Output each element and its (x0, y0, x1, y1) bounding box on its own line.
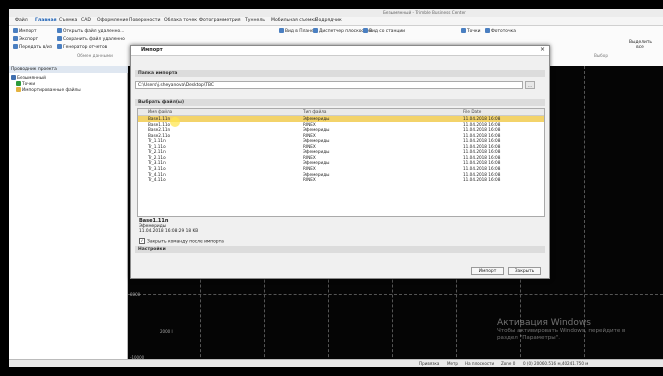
status-plane[interactable]: На плоскости (465, 361, 494, 366)
project-icon (11, 75, 16, 80)
open-remote-icon (57, 28, 62, 33)
column-file-name[interactable]: Имя файла (148, 109, 172, 114)
station-view-button[interactable]: Вид со станции (363, 28, 405, 34)
menu-file[interactable]: Файл (15, 18, 28, 23)
group-data-exchange: Обмен данными (77, 53, 113, 58)
save-remote-button[interactable]: Сохранить файл удаленно (57, 36, 125, 42)
column-file-type[interactable]: Тип файла (303, 109, 326, 114)
project-explorer: Проводник проекта Безымянный Точки Импор… (9, 66, 129, 367)
close-button[interactable]: Закрыть (508, 267, 541, 275)
import-folder-field[interactable]: C:\Users\j.sheyanova\Desktop\TBC (135, 81, 523, 89)
grid-line (128, 294, 663, 295)
files-section-header: Выбрать файл(ы) (135, 99, 545, 106)
transfer-button[interactable]: Передать в/из (13, 44, 52, 50)
info-file-date: 11.04.2018 16:08:29 18 KB (139, 229, 199, 234)
plane-manager-icon (313, 28, 318, 33)
points-icon (461, 28, 466, 33)
folder-icon (16, 87, 21, 92)
dialog-title-bar: Импорт × (131, 46, 549, 56)
menu-cad[interactable]: CAD (81, 18, 91, 23)
file-type: RINEX (303, 177, 316, 183)
report-generator-button[interactable]: Генератор отчетов (57, 44, 107, 50)
title-bar: Безымянный - Trimble Business Center (9, 9, 663, 17)
plan-view-icon (279, 28, 284, 33)
photopoint-icon (485, 28, 490, 33)
menu-contractor[interactable]: Подрядчик (315, 18, 342, 23)
column-file-date[interactable]: File Date (463, 109, 481, 114)
windows-activation-watermark: Активация Windows Чтобы активировать Win… (497, 318, 625, 342)
window-title: Безымянный - Trimble Business Center (383, 10, 466, 15)
menu-mobile[interactable]: Мобильная съемка (271, 18, 317, 23)
select-all-button[interactable]: Выделить все (629, 40, 652, 50)
file-date: 11.04.2018 16:08 (463, 177, 501, 183)
station-view-icon (363, 28, 368, 33)
tree-item-imported-files[interactable]: Импортированные файлы (16, 87, 81, 93)
import-button[interactable]: Импорт (13, 28, 37, 34)
coord-label: 8000 (130, 292, 141, 297)
export-button[interactable]: Экспорт (13, 36, 38, 42)
menu-photogrammetry[interactable]: Фотограмметрия (199, 18, 241, 23)
transfer-icon (13, 44, 18, 49)
mouse-cursor-highlight (170, 117, 180, 127)
watermark-line-3: раздел "Параметры". (497, 335, 561, 341)
file-row[interactable]: Tr_4.11o RINEX 11.04.2018 16:08 (138, 177, 544, 183)
settings-section-header[interactable]: Настройки (135, 246, 545, 253)
menu-surfaces[interactable]: Поверхности (129, 18, 160, 23)
coord-label: 2000 l (160, 329, 173, 334)
close-icon[interactable]: × (540, 46, 545, 53)
menu-bar: Файл Главная Съемка CAD Оформление Повер… (9, 17, 663, 26)
status-coordinates: 0 (0) 20060.516 м,40241.750 м (523, 361, 589, 366)
report-icon (57, 44, 62, 49)
save-remote-icon (57, 36, 62, 41)
points-tree-icon (16, 81, 21, 86)
checkbox-checked-icon[interactable]: ✓ (139, 238, 145, 244)
menu-survey[interactable]: Съемка (59, 18, 77, 23)
points-button[interactable]: Точки (461, 28, 480, 34)
watermark-line-2: Чтобы активировать Windows, перейдите в (497, 328, 626, 334)
open-remote-button[interactable]: Открыть файл удаленно... (57, 28, 124, 34)
dialog-title: Импорт (141, 47, 163, 53)
project-explorer-title: Проводник проекта (9, 66, 129, 73)
group-selection: Выбор (594, 53, 608, 58)
status-snap[interactable]: Привязка (419, 361, 439, 366)
watermark-line-1: Активация Windows (497, 318, 591, 328)
browse-button[interactable]: ... (525, 81, 535, 89)
import-button[interactable]: Импорт (471, 267, 504, 275)
menu-home[interactable]: Главная (35, 18, 57, 23)
close-after-import-label: Закрыть команду после импорта (147, 239, 224, 245)
file-table[interactable]: Имя файла Тип файла File Date Base1.11n Э… (137, 108, 545, 217)
export-icon (13, 36, 18, 41)
file-table-header: Имя файла Тип файла File Date (138, 109, 544, 116)
status-bar: Привязка Метр На плоскости Zone 0 0 (0) … (9, 359, 663, 367)
plan-view-button[interactable]: Вид в Плане (279, 28, 314, 34)
import-icon (13, 28, 18, 33)
file-info: Base1.11n Эфемериды 11.04.2018 16:08:29 … (139, 219, 199, 235)
status-zone: Zone 0 (501, 361, 516, 366)
file-name: Tr_4.11o (148, 177, 166, 183)
folder-section-header: Папка импорта (135, 70, 545, 77)
menu-tunnel[interactable]: Туннель (245, 18, 265, 23)
status-units[interactable]: Метр (447, 361, 458, 366)
import-dialog: Импорт × Папка импорта C:\Users\j.sheyan… (130, 45, 550, 279)
menu-point-clouds[interactable]: Облака точек (164, 18, 197, 23)
photopoint-button[interactable]: Фототочка (485, 28, 516, 34)
close-after-import-checkbox[interactable]: ✓ Закрыть команду после импорта (139, 238, 224, 245)
menu-design[interactable]: Оформление (97, 18, 128, 23)
